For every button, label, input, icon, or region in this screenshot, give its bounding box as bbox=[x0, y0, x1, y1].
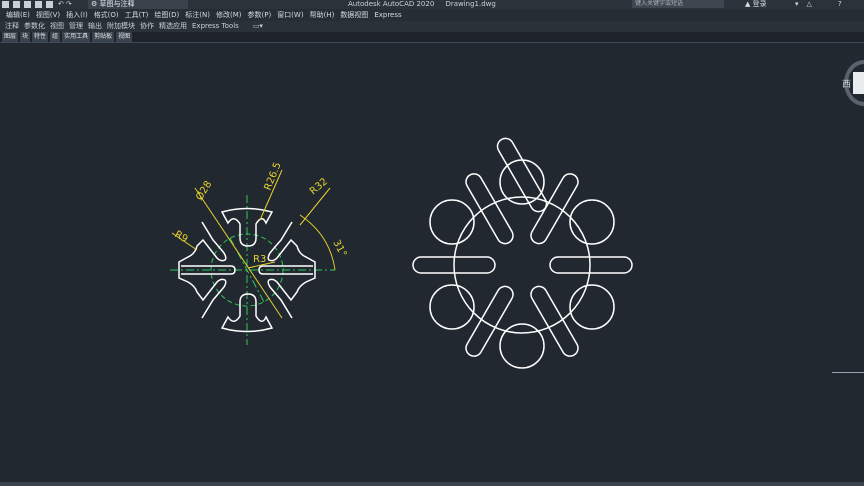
left-part: Ø28 R26.5 R32 R9 R3 31° bbox=[170, 161, 348, 345]
dim-angle[interactable]: 31° bbox=[330, 238, 348, 259]
viewcube-face[interactable] bbox=[853, 72, 864, 94]
viewcube-direction: 西 bbox=[842, 80, 852, 90]
lobe-circle bbox=[429, 199, 475, 245]
lobe-circle bbox=[429, 284, 475, 330]
dim-r32[interactable]: R32 bbox=[308, 176, 330, 197]
lobe-circle bbox=[499, 323, 545, 369]
dim-r26[interactable]: R26.5 bbox=[263, 161, 284, 192]
status-bar bbox=[0, 482, 864, 486]
drawing-canvas[interactable]: Ø28 R26.5 R32 R9 R3 31° bbox=[0, 0, 864, 486]
main-circle bbox=[453, 196, 591, 334]
dim-r3[interactable]: R3 bbox=[253, 254, 266, 265]
viewcube[interactable]: 西 bbox=[840, 60, 864, 106]
slot bbox=[549, 256, 633, 274]
slot bbox=[465, 173, 514, 245]
lobe-circle bbox=[569, 199, 615, 245]
canvas-edge-line bbox=[832, 372, 864, 373]
right-part bbox=[412, 137, 633, 369]
lobe-circle bbox=[569, 284, 615, 330]
slot bbox=[496, 137, 548, 213]
